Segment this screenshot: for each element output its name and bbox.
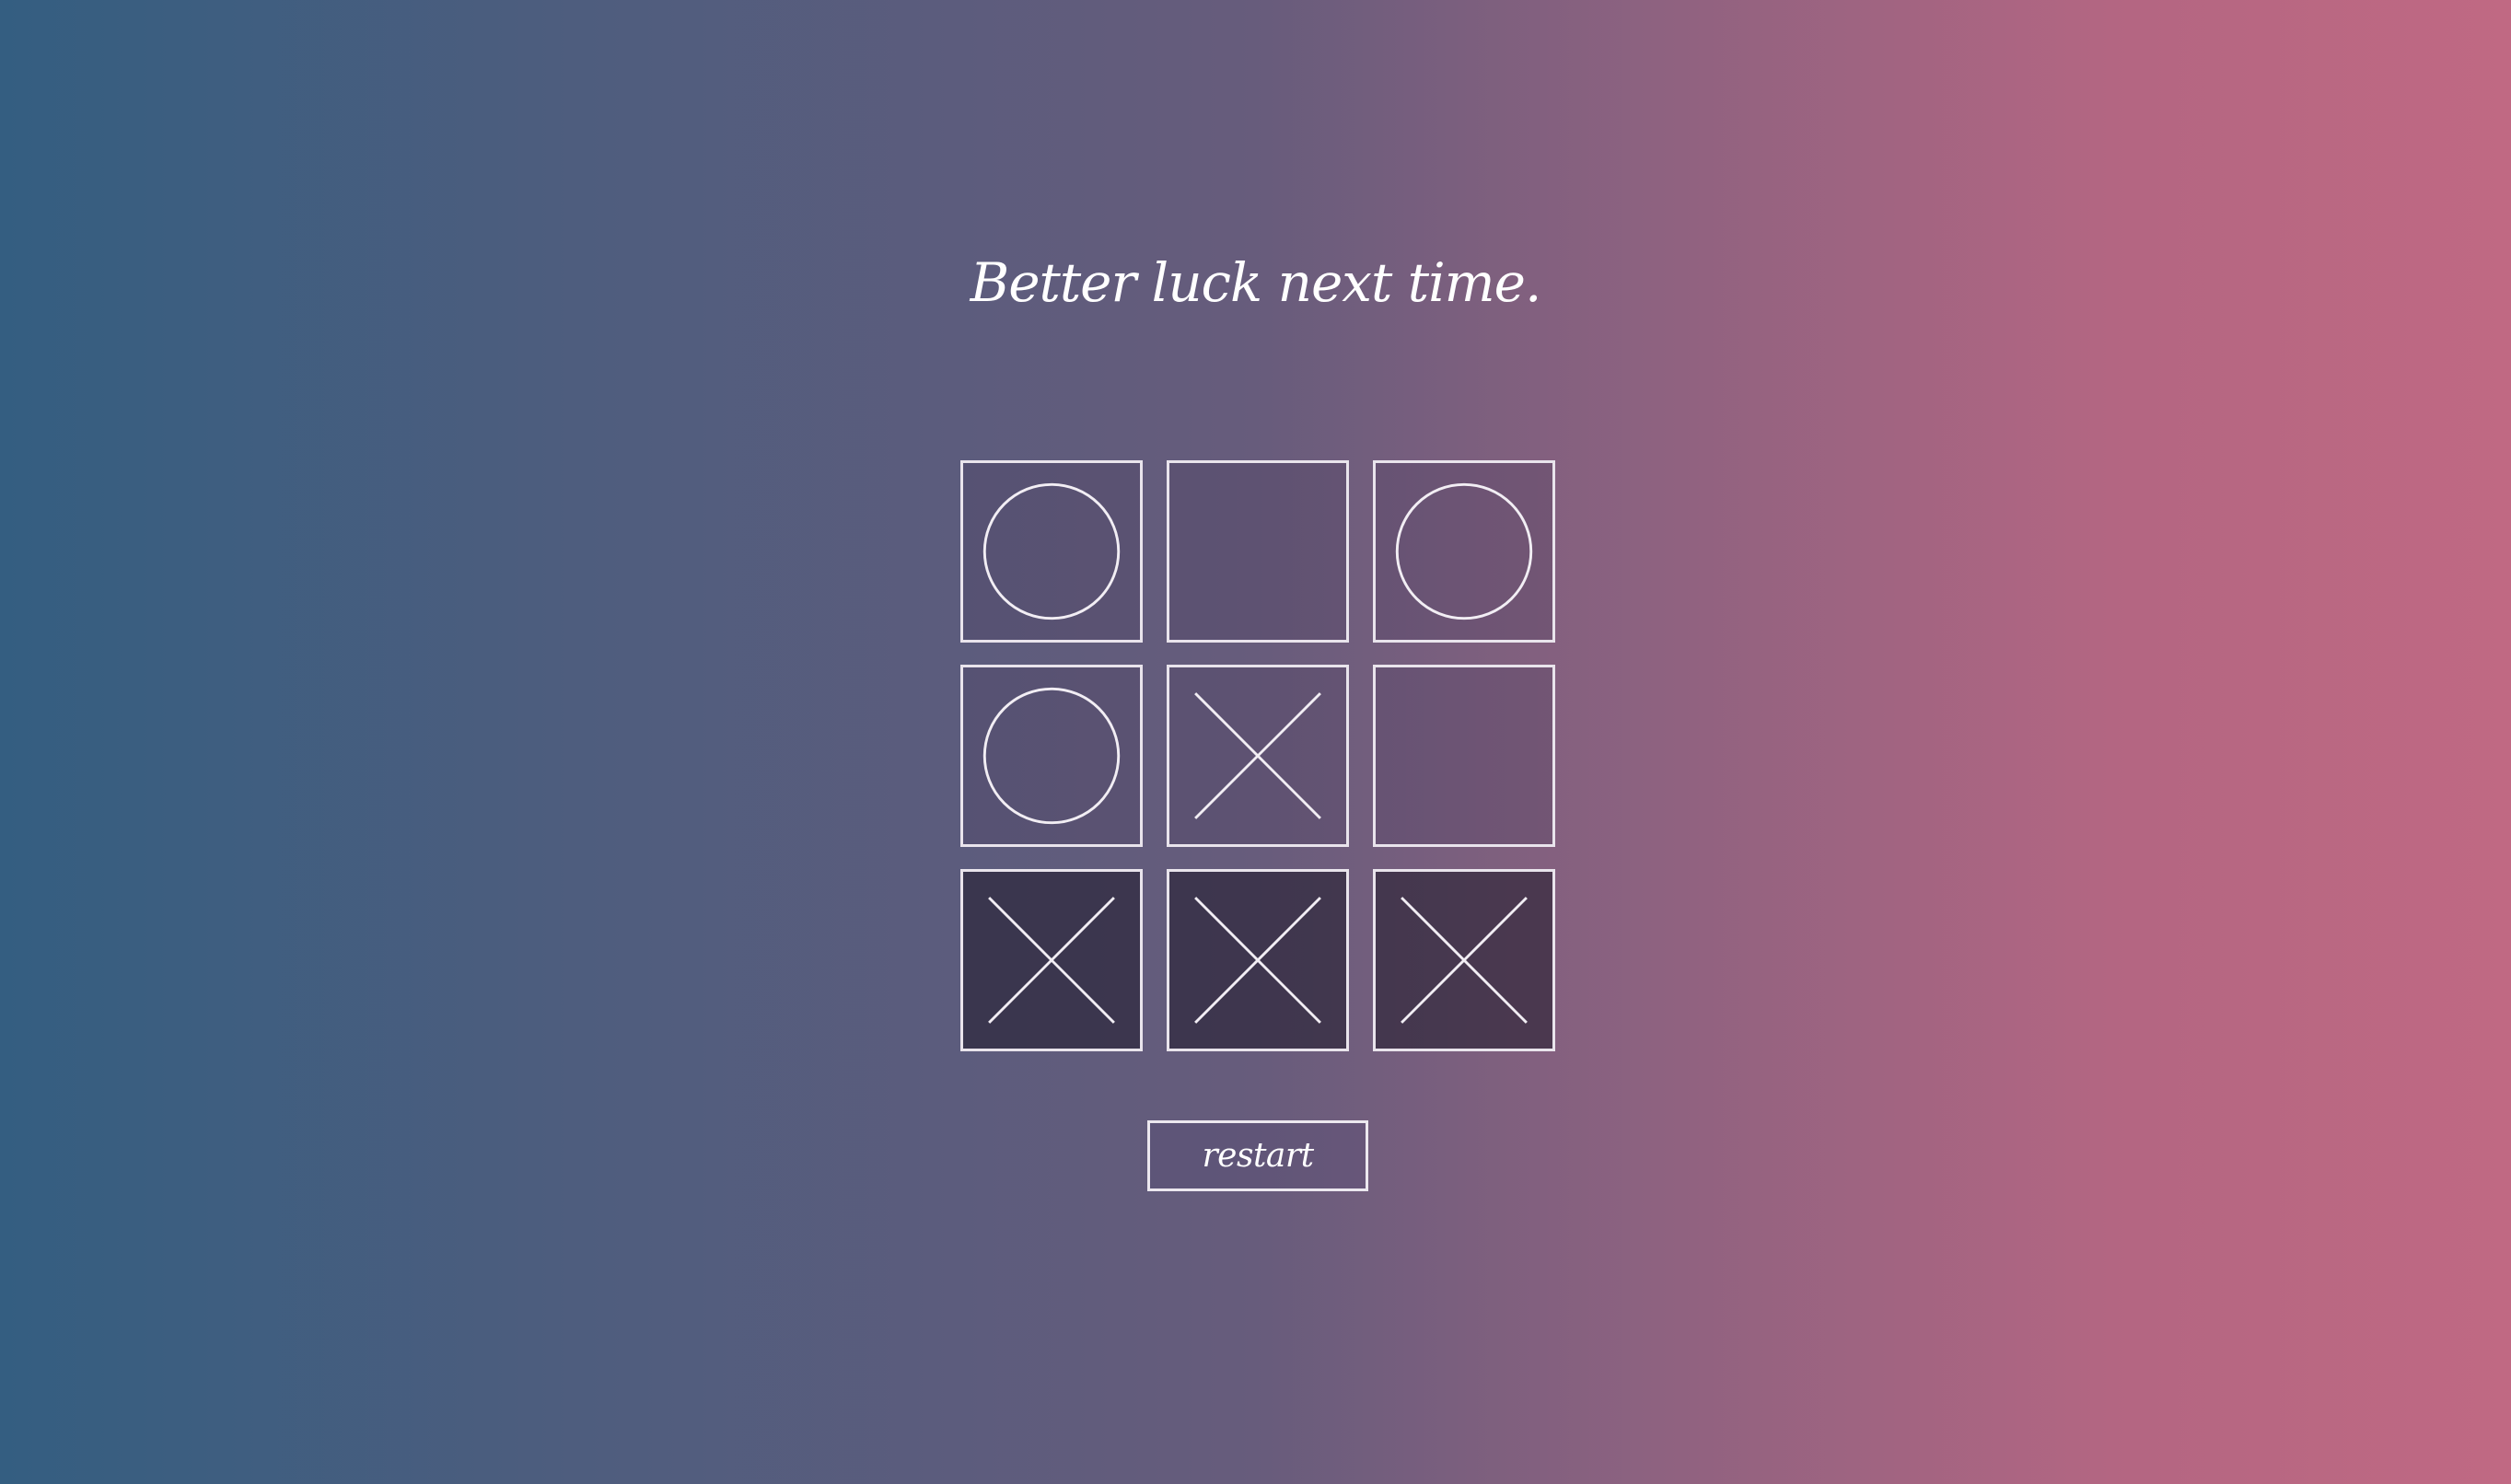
cross-icon [988, 897, 1115, 1024]
cross-icon [1401, 897, 1528, 1024]
circle-icon [982, 687, 1121, 825]
circle-icon [1395, 482, 1533, 620]
board-cell-9[interactable] [1373, 869, 1555, 1051]
game-board [960, 460, 1555, 1051]
board-cell-3[interactable] [1373, 460, 1555, 643]
board-cell-1[interactable] [960, 460, 1143, 643]
cross-icon [1194, 692, 1321, 819]
board-cell-2[interactable] [1167, 460, 1349, 643]
board-cell-4[interactable] [960, 665, 1143, 847]
game-status-message: Better luck next time. [970, 251, 1542, 314]
board-cell-6[interactable] [1373, 665, 1555, 847]
board-cell-8[interactable] [1167, 869, 1349, 1051]
board-cell-5[interactable] [1167, 665, 1349, 847]
board-cell-7[interactable] [960, 869, 1143, 1051]
circle-icon [982, 482, 1121, 620]
restart-button[interactable]: restart [1147, 1120, 1368, 1191]
cross-icon [1194, 897, 1321, 1024]
